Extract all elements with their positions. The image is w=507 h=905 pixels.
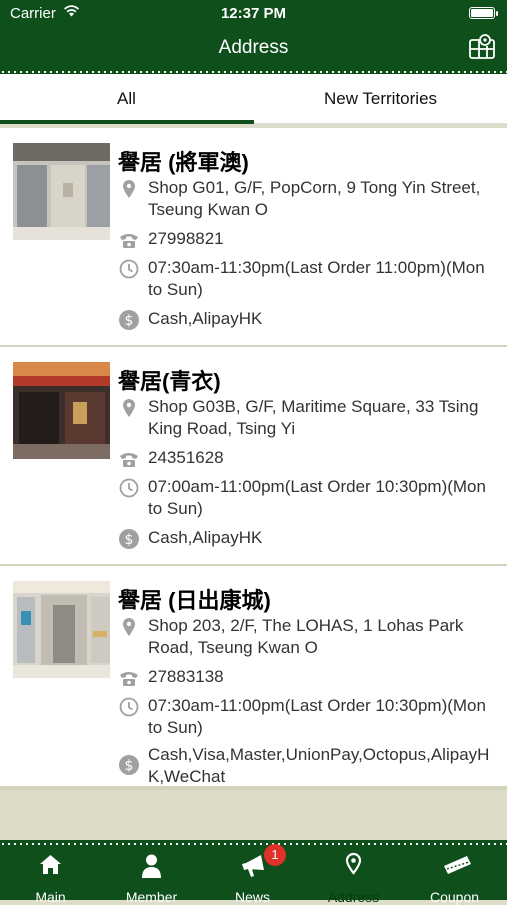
location-pin-icon xyxy=(123,180,135,198)
location-pin-icon xyxy=(345,852,362,875)
dollar-icon: $ xyxy=(119,755,139,775)
address-row: Shop 203, 2/F, The LOHAS, 1 Lohas Park R… xyxy=(118,615,503,659)
shop-card-tsing-yi[interactable]: 譽居(青衣) Shop G03B, G/F, Maritime Square, … xyxy=(0,347,507,568)
svg-text:$: $ xyxy=(125,313,134,329)
telephone-icon xyxy=(120,453,138,467)
segment-tabs: All New Territories xyxy=(0,74,507,124)
phone-row: 24351628 xyxy=(118,447,503,469)
shop-payment: Cash,Visa,Master,UnionPay,Octopus,Alipay… xyxy=(148,745,490,786)
telephone-icon xyxy=(120,234,138,248)
clock-icon xyxy=(119,697,139,717)
tabbar-label: Coupon xyxy=(429,889,480,905)
telephone-icon xyxy=(120,672,138,686)
tabbar-label: News xyxy=(234,889,270,905)
ticket-icon xyxy=(444,856,471,874)
location-pin-icon xyxy=(123,618,135,636)
clock-icon xyxy=(119,259,139,279)
tab-indicator xyxy=(0,120,254,124)
bottom-tab-bar: Main Member 1 News Address Coupon xyxy=(0,840,507,905)
notification-badge: 1 xyxy=(264,844,286,866)
status-bar: Carrier 12:37 PM xyxy=(0,0,507,26)
dollar-icon: $ xyxy=(119,310,139,330)
tabbar-item-news[interactable]: 1 News xyxy=(202,844,303,905)
tabbar-label: Address xyxy=(327,889,380,905)
location-pin-icon xyxy=(123,399,135,417)
tabbar-label: Main xyxy=(35,889,66,905)
nav-bar: Address xyxy=(0,26,507,72)
phone-row: 27883138 xyxy=(118,666,503,688)
clock: 12:37 PM xyxy=(220,5,287,22)
shop-payment: Cash,AlipayHK xyxy=(148,309,263,328)
shop-card-tseung-kwan-o[interactable]: 譽居 (將軍澳) Shop G01, G/F, PopCorn, 9 Tong … xyxy=(0,128,507,349)
shop-photo xyxy=(13,143,110,240)
battery-icon xyxy=(469,7,498,19)
svg-text:$: $ xyxy=(125,758,134,774)
phone-row: 27998821 xyxy=(118,228,503,250)
map-icon[interactable] xyxy=(467,32,497,62)
shop-card-lohas-park[interactable]: 譽居 (日出康城) Shop 203, 2/F, The LOHAS, 1 Lo… xyxy=(0,566,507,790)
tab-new-territories[interactable]: New Territories xyxy=(254,74,507,124)
shop-photo xyxy=(13,362,110,459)
clock-icon xyxy=(119,478,139,498)
shop-hours: 07:00am-11:00pm(Last Order 10:30pm)(Mon … xyxy=(148,477,486,518)
list-footer xyxy=(0,790,507,840)
payment-row: $ Cash,AlipayHK xyxy=(118,527,503,549)
shop-phone[interactable]: 27998821 xyxy=(148,228,503,250)
shop-photo xyxy=(13,581,110,678)
hours-row: 07:30am-11:00pm(Last Order 10:30pm)(Mon … xyxy=(118,695,503,739)
address-row: Shop G01, G/F, PopCorn, 9 Tong Yin Stree… xyxy=(118,177,503,221)
tabbar-item-main[interactable]: Main xyxy=(0,848,101,905)
person-icon xyxy=(142,854,161,878)
shop-address: Shop G01, G/F, PopCorn, 9 Tong Yin Stree… xyxy=(148,178,481,219)
tabbar-label: Member xyxy=(125,889,178,905)
shop-address: Shop 203, 2/F, The LOHAS, 1 Lohas Park R… xyxy=(148,616,464,657)
dollar-icon: $ xyxy=(119,529,139,549)
shop-phone[interactable]: 24351628 xyxy=(148,447,503,469)
home-icon xyxy=(40,855,61,874)
tabbar-item-coupon[interactable]: Coupon xyxy=(404,848,505,905)
shop-hours: 07:30am-11:00pm(Last Order 10:30pm)(Mon … xyxy=(148,696,486,737)
tabbar-item-address[interactable]: Address xyxy=(303,848,404,905)
shop-name: 譽居(青衣) xyxy=(118,369,221,394)
address-row: Shop G03B, G/F, Maritime Square, 33 Tsin… xyxy=(118,396,503,440)
shop-phone[interactable]: 27883138 xyxy=(148,666,503,688)
payment-row: $ Cash,AlipayHK xyxy=(118,308,503,330)
shop-payment: Cash,AlipayHK xyxy=(148,528,263,547)
shop-name: 譽居 (日出康城) xyxy=(118,588,271,613)
tab-divider xyxy=(254,123,507,124)
svg-text:$: $ xyxy=(125,532,134,548)
shop-address: Shop G03B, G/F, Maritime Square, 33 Tsin… xyxy=(148,397,479,438)
tabbar-item-member[interactable]: Member xyxy=(101,848,202,905)
payment-row: $ Cash,Visa,Master,UnionPay,Octopus,Alip… xyxy=(118,744,503,788)
hours-row: 07:30am-11:30pm(Last Order 11:00pm)(Mon … xyxy=(118,257,503,301)
shop-name: 譽居 (將軍澳) xyxy=(118,150,249,175)
tab-all[interactable]: All xyxy=(0,74,253,124)
dotted-divider xyxy=(0,842,507,846)
page-title: Address xyxy=(218,37,289,58)
shop-hours: 07:30am-11:30pm(Last Order 11:00pm)(Mon … xyxy=(148,258,485,299)
hours-row: 07:00am-11:00pm(Last Order 10:30pm)(Mon … xyxy=(118,476,503,520)
